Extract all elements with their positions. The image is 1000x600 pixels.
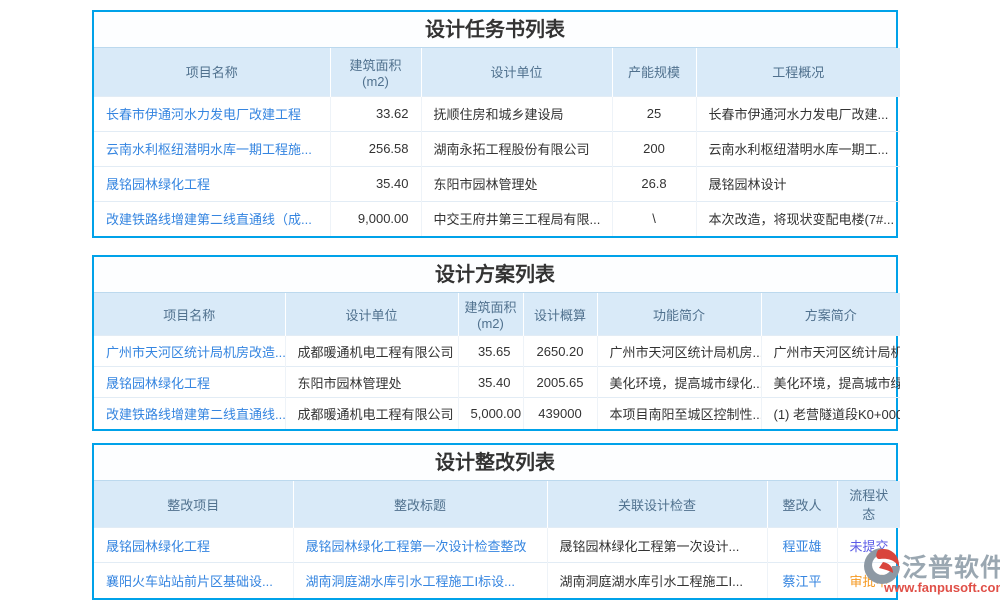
cell-text: 湖南洞庭湖水库引水工程施工I... [547, 563, 767, 598]
cell-text: \ [612, 201, 696, 236]
design-rectification-list-table: 设计整改列表 整改项目整改标题关联设计检查整改人流程状态晟铭园林绿化工程晟铭园林… [92, 443, 898, 600]
column-header: 建筑面积 (m2) [458, 293, 523, 336]
column-header: 项目名称 [94, 48, 330, 96]
cell-text: (1) 老营隧道段K0+000... [761, 398, 900, 429]
table-row: 襄阳火车站站前片区基础设...湖南洞庭湖水库引水工程施工I标设...湖南洞庭湖水… [94, 563, 900, 598]
column-header: 整改项目 [94, 481, 293, 528]
cell-link[interactable]: 云南水利枢纽潜明水库一期工程施... [94, 131, 330, 166]
cell-text: 5,000.00 [458, 398, 523, 429]
cell-text: 云南水利枢纽潜明水库一期工... [696, 131, 900, 166]
cell-text: 9,000.00 [330, 201, 421, 236]
cell-text: 晟铭园林设计 [696, 166, 900, 201]
column-header: 产能规模 [612, 48, 696, 96]
cell-text: 湖南永拓工程股份有限公司 [421, 131, 612, 166]
cell-text: 33.62 [330, 96, 421, 131]
column-header: 项目名称 [94, 293, 285, 336]
column-header: 设计单位 [285, 293, 458, 336]
cell-link[interactable]: 晟铭园林绿化工程 [94, 528, 293, 563]
cell-text: 东阳市园林管理处 [285, 367, 458, 398]
cell-link[interactable]: 襄阳火车站站前片区基础设... [94, 563, 293, 598]
design-task-list-table: 设计任务书列表 项目名称建筑面积 (m2)设计单位产能规模工程概况长春市伊通河水… [92, 10, 898, 238]
column-header: 工程概况 [696, 48, 900, 96]
header-row: 项目名称设计单位建筑面积 (m2)设计概算功能简介方案简介 [94, 293, 900, 336]
cell-text: 256.58 [330, 131, 421, 166]
table-row: 长春市伊通河水力发电厂改建工程33.62抚顺住房和城乡建设局25长春市伊通河水力… [94, 96, 900, 131]
cell-text: 东阳市园林管理处 [421, 166, 612, 201]
cell-text: 晟铭园林绿化工程第一次设计... [547, 528, 767, 563]
brand-name: 泛普软件 [902, 548, 1000, 584]
cell-text: 中交王府井第三工程局有限... [421, 201, 612, 236]
table-row: 改建铁路线增建第二线直通线...成都暖通机电工程有限公司5,000.004390… [94, 398, 900, 429]
cell-text: 2650.20 [523, 336, 597, 367]
cell-link[interactable]: 晟铭园林绿化工程 [94, 367, 285, 398]
cell-text: 35.65 [458, 336, 523, 367]
cell-text: 26.8 [612, 166, 696, 201]
data-table: 整改项目整改标题关联设计检查整改人流程状态晟铭园林绿化工程晟铭园林绿化工程第一次… [94, 481, 900, 598]
column-header: 设计单位 [421, 48, 612, 96]
column-header: 方案简介 [761, 293, 900, 336]
cell-text: 本项目南阳至城区控制性... [597, 398, 761, 429]
table-title: 设计方案列表 [94, 257, 896, 293]
cell-text: 成都暖通机电工程有限公司 [285, 398, 458, 429]
cell-text: 抚顺住房和城乡建设局 [421, 96, 612, 131]
table-title: 设计任务书列表 [94, 12, 896, 48]
cell-text: 长春市伊通河水力发电厂改建... [696, 96, 900, 131]
cell-link[interactable]: 长春市伊通河水力发电厂改建工程 [94, 96, 330, 131]
cell-text: 美化环境，提高城市绿化... [597, 367, 761, 398]
data-table: 项目名称设计单位建筑面积 (m2)设计概算功能简介方案简介广州市天河区统计局机房… [94, 293, 900, 429]
cell-text: 广州市天河区统计局机房... [597, 336, 761, 367]
table-row: 改建铁路线增建第二线直通线（成...9,000.00中交王府井第三工程局有限..… [94, 201, 900, 236]
cell-text: 35.40 [330, 166, 421, 201]
cell-text: 美化环境，提高城市绿化... [761, 367, 900, 398]
table-row: 晟铭园林绿化工程晟铭园林绿化工程第一次设计检查整改晟铭园林绿化工程第一次设计..… [94, 528, 900, 563]
column-header: 关联设计检查 [547, 481, 767, 528]
cell-text: 35.40 [458, 367, 523, 398]
cell-text: 25 [612, 96, 696, 131]
design-plan-list-table: 设计方案列表 项目名称设计单位建筑面积 (m2)设计概算功能简介方案简介广州市天… [92, 255, 898, 431]
cell-text: 广州市天河区统计局机房... [761, 336, 900, 367]
cell-text: 200 [612, 131, 696, 166]
header-row: 整改项目整改标题关联设计检查整改人流程状态 [94, 481, 900, 528]
cell-link[interactable]: 广州市天河区统计局机房改造... [94, 336, 285, 367]
table-row: 云南水利枢纽潜明水库一期工程施...256.58湖南永拓工程股份有限公司200云… [94, 131, 900, 166]
table-row: 晟铭园林绿化工程东阳市园林管理处35.402005.65美化环境，提高城市绿化.… [94, 367, 900, 398]
column-header: 整改标题 [293, 481, 547, 528]
column-header: 功能简介 [597, 293, 761, 336]
cell-text: 2005.65 [523, 367, 597, 398]
cell-text: 成都暖通机电工程有限公司 [285, 336, 458, 367]
cell-text: 439000 [523, 398, 597, 429]
cell-link[interactable]: 改建铁路线增建第二线直通线（成... [94, 201, 330, 236]
cell-link[interactable]: 蔡江平 [767, 563, 837, 598]
table-title: 设计整改列表 [94, 445, 896, 481]
cell-link[interactable]: 改建铁路线增建第二线直通线... [94, 398, 285, 429]
table-row: 晟铭园林绿化工程35.40东阳市园林管理处26.8晟铭园林设计 [94, 166, 900, 201]
fanpu-watermark: 泛普软件 www.fanpusoft.com [862, 546, 1000, 595]
cell-text: 本次改造，将现状变配电楼(7#... [696, 201, 900, 236]
column-header: 流程状态 [837, 481, 900, 528]
column-header: 整改人 [767, 481, 837, 528]
cell-link[interactable]: 晟铭园林绿化工程 [94, 166, 330, 201]
header-row: 项目名称建筑面积 (m2)设计单位产能规模工程概况 [94, 48, 900, 96]
column-header: 建筑面积 (m2) [330, 48, 421, 96]
table-row: 广州市天河区统计局机房改造...成都暖通机电工程有限公司35.652650.20… [94, 336, 900, 367]
cell-link[interactable]: 晟铭园林绿化工程第一次设计检查整改 [293, 528, 547, 563]
cell-link[interactable]: 程亚雄 [767, 528, 837, 563]
cell-link[interactable]: 湖南洞庭湖水库引水工程施工I标设... [293, 563, 547, 598]
column-header: 设计概算 [523, 293, 597, 336]
data-table: 项目名称建筑面积 (m2)设计单位产能规模工程概况长春市伊通河水力发电厂改建工程… [94, 48, 900, 236]
brand-url: www.fanpusoft.com [884, 580, 1000, 595]
